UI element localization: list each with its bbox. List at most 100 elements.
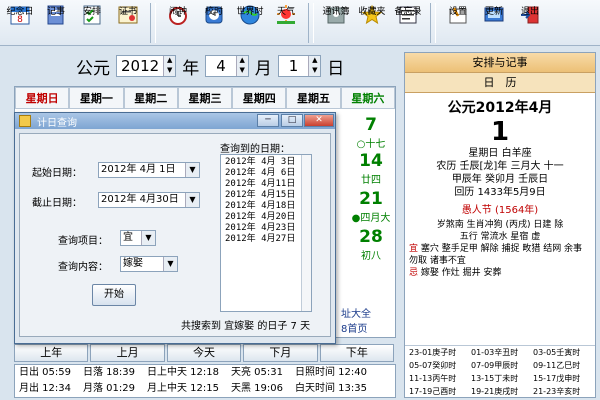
weekday-tuesday: 星期二 (123, 87, 178, 109)
chevron-down-icon[interactable]: ▼ (185, 163, 199, 177)
down-arrow-icon[interactable]: ▼ (236, 66, 248, 76)
start-date-label: 起始日期： (32, 168, 82, 179)
weekday-saturday: 星期六 (340, 87, 395, 109)
settings-button[interactable]: 设置 (440, 0, 476, 44)
list-item[interactable]: 2012年 4月11日 (225, 179, 311, 190)
results-list[interactable]: 2012年 4月 3日 2012年 4月 6日 2012年 4月11日 2012… (220, 154, 312, 312)
hours-row: 05-07癸卯时 07-09甲辰时 09-11乙巳时 (405, 359, 595, 372)
date-selector: 公元 2012 ▲ ▼ 年 4 ▲ ▼ 月 1 ▲ ▼ 日 (70, 53, 350, 79)
update-button[interactable]: 更新 (476, 0, 512, 44)
notes-label: 记事 (46, 7, 65, 17)
weekday-monday: 星期一 (69, 87, 124, 109)
alarm-label: 闹钟 (168, 7, 187, 17)
list-item[interactable]: 2012年 4月27日 (225, 234, 311, 245)
certificate-button[interactable]: 证书 (110, 0, 146, 44)
month-title: 公元2012年4月 (447, 100, 553, 116)
month-spinner[interactable]: 4 ▲ ▼ (205, 55, 249, 77)
results-scrollbar[interactable] (301, 155, 311, 311)
schedule-button[interactable]: 安排 (74, 0, 110, 44)
calendar-tab[interactable]: 日 历 (405, 73, 595, 93)
almanac-line: 岁煞南 生肖冲狗 (丙戌) 日建 除 (436, 220, 564, 230)
memo-button[interactable]: 备忘录 (390, 0, 426, 44)
next-year-button[interactable]: 下年 (319, 344, 395, 362)
hour-cell: 19-21庚戌时 (471, 387, 519, 396)
anniversary-label: 纪念日 (6, 7, 34, 17)
time-sync-label: 校时 (204, 7, 223, 17)
alarm-button[interactable]: 闹钟 (160, 0, 196, 44)
settings-label: 设置 (448, 7, 467, 17)
big-day-number: 1 (490, 117, 510, 147)
site-link[interactable]: 址大全 (341, 305, 371, 320)
almanac-line: 五行 常流水 星宿 虚 (459, 232, 541, 242)
ji-text: 嫁娶 作灶 掘井 安葬 (420, 268, 502, 278)
year-spinner[interactable]: 2012 ▲ ▼ (116, 55, 177, 77)
prev-year-button[interactable]: 上年 (14, 344, 89, 362)
chevron-down-icon[interactable]: ▼ (141, 231, 155, 245)
address-book-label: 通讯簿 (322, 7, 350, 17)
hour-cell: 23-01庚子时 (409, 348, 457, 357)
chevron-down-icon[interactable]: ▼ (163, 257, 177, 271)
start-search-button[interactable]: 开始 (92, 284, 136, 306)
query-item-label: 查询项目： (58, 236, 108, 247)
list-item[interactable]: 2012年 4月 3日 (225, 157, 311, 168)
list-item[interactable]: 2012年 4月15日 (225, 190, 311, 201)
date-query-dialog: 计日查询 ─ □ ✕ 起始日期： 2012年 4月 1日 ▼ 截止日期： 201… (14, 112, 336, 344)
up-arrow-icon[interactable]: ▲ (164, 56, 176, 66)
minimize-button[interactable]: ─ (257, 114, 279, 127)
weekday-header: 星期日 星期一 星期二 星期三 星期四 星期五 星期六 (15, 87, 395, 109)
toolbar-separator (150, 3, 156, 43)
address-book-button[interactable]: 通讯簿 (318, 0, 354, 44)
day-cell[interactable]: 28 初八 (345, 227, 397, 271)
lunar-date-line: 农历 壬辰[龙]年 三月大 十一 (436, 161, 564, 172)
hours-table: 23-01庚子时 01-03辛丑时 03-05壬寅时 05-07癸卯时 07-0… (405, 345, 595, 398)
next-month-button[interactable]: 下月 (243, 344, 318, 362)
year-unit: 年 (182, 58, 200, 79)
anniversary-button[interactable]: 8 纪念日 (2, 0, 38, 44)
query-content-select[interactable]: 嫁娶 ▼ (120, 256, 178, 272)
dialog-titlebar[interactable]: 计日查询 ─ □ ✕ (15, 113, 335, 129)
weather-label: 天气 (276, 7, 295, 17)
list-item[interactable]: 2012年 4月18日 (225, 201, 311, 212)
world-time-button[interactable]: 世界时 (232, 0, 268, 44)
up-arrow-icon[interactable]: ▲ (309, 56, 321, 66)
list-item[interactable]: 2012年 4月20日 (225, 212, 311, 223)
hours-row: 23-01庚子时 01-03辛丑时 03-05壬寅时 (405, 346, 595, 359)
world-time-label: 世界时 (236, 7, 264, 17)
notes-button[interactable]: 记事 (38, 0, 74, 44)
hijri-line: 回历 1433年5月9日 (454, 187, 546, 198)
moonrise: 月出 12:34 (19, 383, 71, 394)
list-item[interactable]: 2012年 4月 6日 (225, 168, 311, 179)
day-number: 28 (359, 227, 383, 247)
exit-button[interactable]: 退出 (512, 0, 548, 44)
dialog-app-icon (19, 115, 31, 127)
schedule-notes-tab[interactable]: 安排与记事 (405, 53, 595, 73)
start-date-picker[interactable]: 2012年 4月 1日 ▼ (98, 162, 200, 178)
down-arrow-icon[interactable]: ▼ (164, 66, 176, 76)
hour-cell: 15-17戊申时 (533, 374, 581, 383)
favorites-label: 收藏夹 (358, 7, 386, 17)
toolbar: 8 纪念日 记事 安排 证书 闹钟 校时 世界时 天气 通讯簿 收藏夹 备忘录 (0, 0, 600, 46)
hour-cell: 13-15丁未时 (471, 374, 519, 383)
up-arrow-icon[interactable]: ▲ (236, 56, 248, 66)
lunar-date: 初八 (361, 251, 381, 262)
yi-tag: 宜 (409, 244, 419, 254)
maximize-button[interactable]: □ (281, 114, 303, 127)
month-unit: 月 (254, 58, 272, 79)
down-arrow-icon[interactable]: ▼ (309, 66, 321, 76)
day-unit: 日 (327, 58, 345, 79)
chevron-down-icon[interactable]: ▼ (185, 193, 199, 207)
time-sync-button[interactable]: 校时 (196, 0, 232, 44)
prev-month-button[interactable]: 上月 (90, 344, 165, 362)
list-item[interactable]: 2012年 4月23日 (225, 223, 311, 234)
weather-button[interactable]: 天气 (268, 0, 304, 44)
query-item-select[interactable]: 宜 ▼ (120, 230, 156, 246)
year-value: 2012 (121, 57, 160, 75)
day-spinner[interactable]: 1 ▲ ▼ (277, 55, 322, 77)
close-button[interactable]: ✕ (304, 114, 334, 127)
end-date-picker[interactable]: 2012年 4月30日 ▼ (98, 192, 200, 208)
sunshine-duration: 日照时间 12:40 (295, 367, 367, 378)
weekday-wednesday: 星期三 (177, 87, 233, 109)
home-link[interactable]: 8首页 (341, 320, 367, 335)
today-button[interactable]: 今天 (166, 344, 242, 362)
favorites-button[interactable]: 收藏夹 (354, 0, 390, 44)
